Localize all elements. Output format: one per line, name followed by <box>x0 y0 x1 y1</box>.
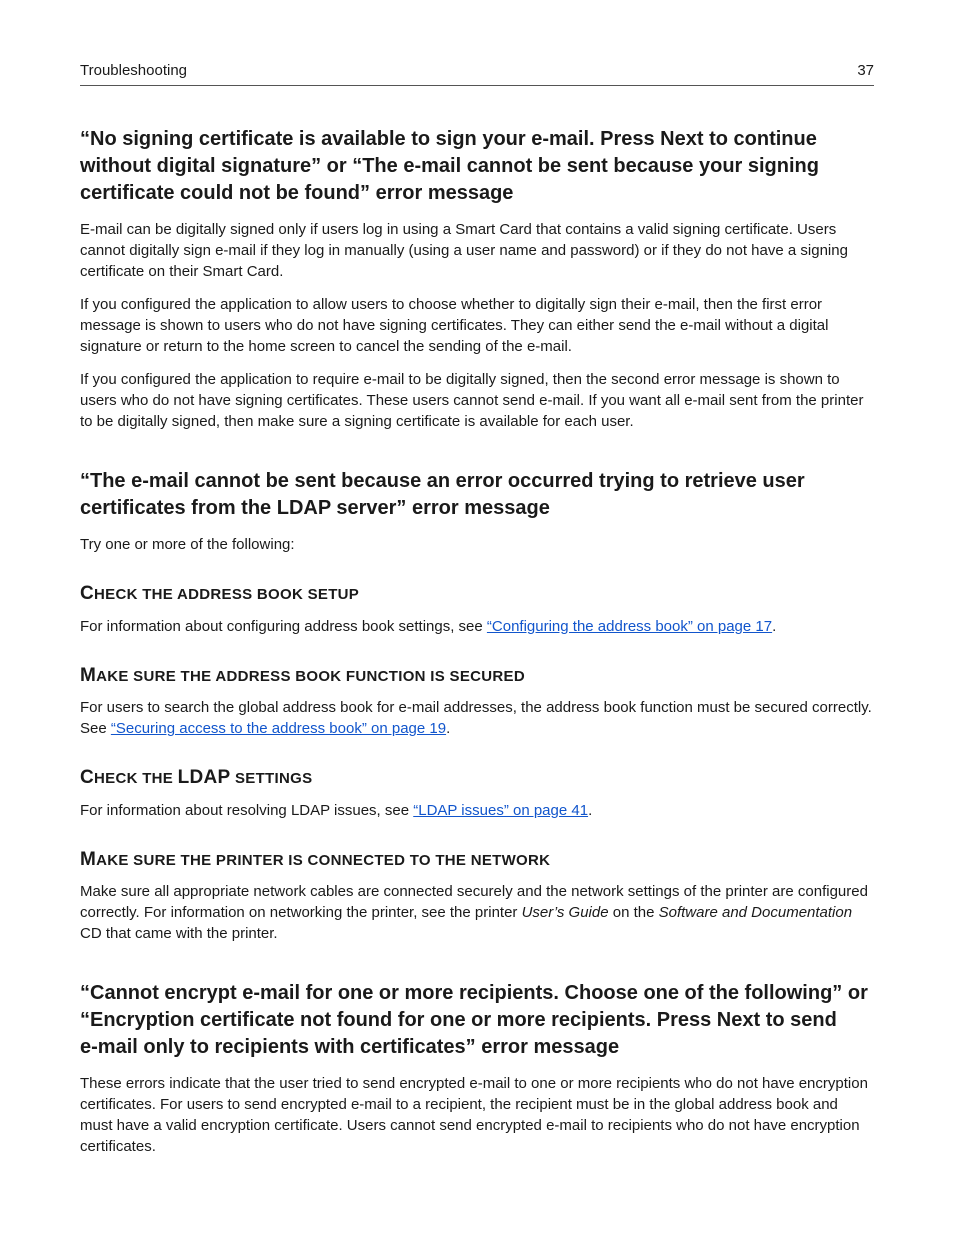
subhead-check-ldap: Check the LDAP settings <box>80 765 874 792</box>
link-configuring-address-book[interactable]: “Configuring the address book” on page 1… <box>487 618 772 635</box>
subhead-printer-connected: Make sure the printer is connected to th… <box>80 847 874 874</box>
body-paragraph: If you configured the application to req… <box>80 369 874 432</box>
text-fragment: on the <box>609 904 659 921</box>
text-fragment: . <box>772 618 776 635</box>
text-italic: User’s Guide <box>522 904 609 921</box>
text-fragment: . <box>588 802 592 819</box>
body-paragraph: For information about configuring addres… <box>80 616 874 637</box>
body-paragraph: For users to search the global address b… <box>80 697 874 739</box>
body-paragraph: If you configured the application to all… <box>80 294 874 357</box>
body-paragraph: E‑mail can be digitally signed only if u… <box>80 219 874 282</box>
page-header: Troubleshooting 37 <box>80 60 874 86</box>
body-paragraph: For information about resolving LDAP iss… <box>80 800 874 821</box>
body-paragraph: Try one or more of the following: <box>80 534 874 555</box>
link-ldap-issues[interactable]: “LDAP issues” on page 41 <box>413 802 588 819</box>
link-securing-address-book[interactable]: “Securing access to the address book” on… <box>111 720 446 737</box>
subhead-check-address-book: Check the address book setup <box>80 581 874 608</box>
section-heading-ldap-error: “The e‑mail cannot be sent because an er… <box>80 468 874 522</box>
text-fragment: For information about configuring addres… <box>80 618 487 635</box>
section-heading-encrypt-error: “Cannot encrypt e‑mail for one or more r… <box>80 980 874 1061</box>
body-paragraph: These errors indicate that the user trie… <box>80 1073 874 1157</box>
section-heading-signing-cert: “No signing certificate is available to … <box>80 126 874 207</box>
body-paragraph: Make sure all appropriate network cables… <box>80 881 874 944</box>
text-fragment: CD that came with the printer. <box>80 925 278 942</box>
subhead-secure-address-book: Make sure the address book function is s… <box>80 663 874 690</box>
header-page-number: 37 <box>857 60 874 81</box>
text-fragment: . <box>446 720 450 737</box>
text-fragment: For information about resolving LDAP iss… <box>80 802 413 819</box>
text-italic: Software and Documentation <box>659 904 852 921</box>
header-section-label: Troubleshooting <box>80 60 187 81</box>
